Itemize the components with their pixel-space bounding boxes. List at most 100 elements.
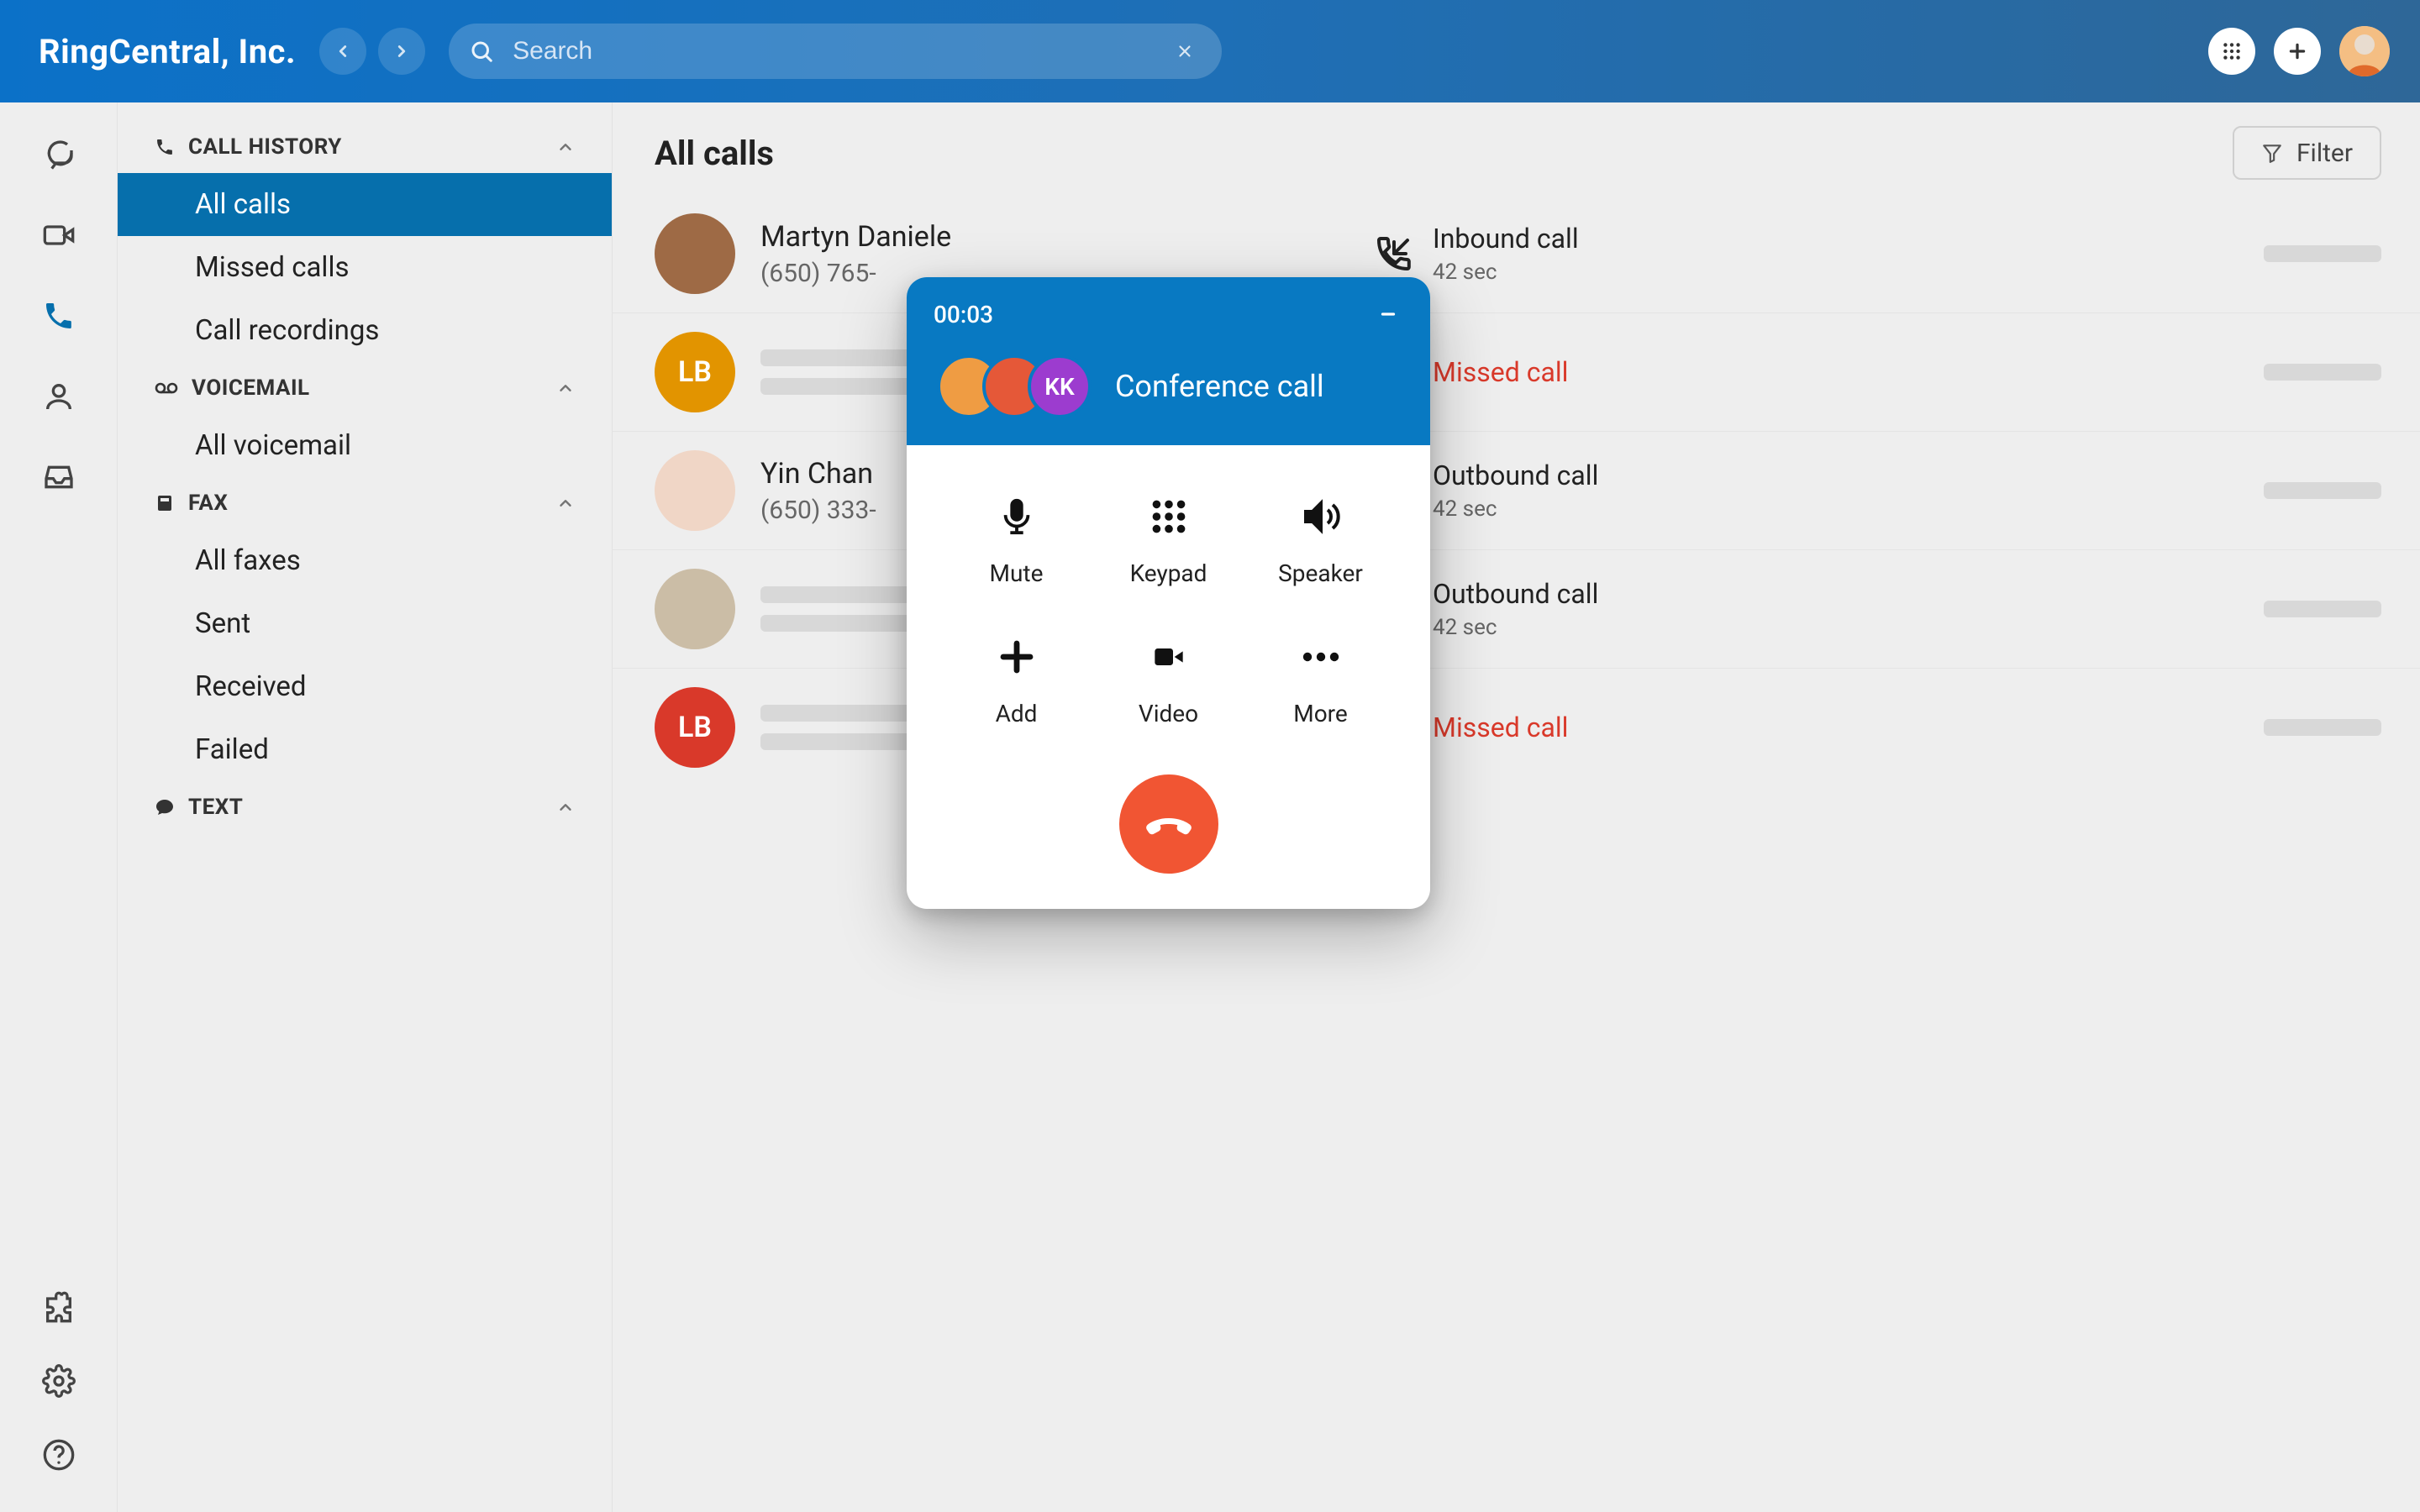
call-row[interactable]: LB Missed call <box>613 668 2420 786</box>
call-control-video[interactable]: Video <box>1092 631 1244 727</box>
row-avatar <box>655 569 735 649</box>
control-label: Video <box>1139 700 1198 727</box>
search-input[interactable] <box>513 37 1168 66</box>
placeholder <box>2264 364 2381 381</box>
top-right-controls <box>2208 26 2390 76</box>
call-type: Inbound call 42 sec <box>1374 223 1579 285</box>
nav-item-received[interactable]: Received <box>118 655 612 718</box>
row-avatar <box>655 450 735 531</box>
rail-inbox[interactable] <box>35 454 82 501</box>
content-area: All calls Filter Martyn Daniele (650) 76… <box>613 102 2420 1512</box>
fax-icon <box>155 493 175 513</box>
placeholder <box>2264 482 2381 499</box>
row-right <box>2264 601 2381 617</box>
gear-icon <box>42 1364 76 1398</box>
active-call-panel: 00:03 KK Conference call Mute Keypad Spe… <box>907 277 1430 909</box>
call-type-label: Missed call <box>1433 356 1568 388</box>
chevron-up-icon <box>556 138 575 156</box>
hang-up-button[interactable] <box>1119 774 1218 874</box>
call-row[interactable]: Yin Chan (650) 333- Outbound call 42 sec <box>613 431 2420 549</box>
section-label: VOICEMAIL <box>192 375 543 401</box>
help-icon <box>42 1438 76 1472</box>
call-title: Conference call <box>1115 369 1324 404</box>
control-label: Add <box>996 700 1038 727</box>
section-label: TEXT <box>188 795 543 820</box>
nav-item-all-voicemail[interactable]: All voicemail <box>118 414 612 477</box>
voicemail-icon <box>155 380 178 396</box>
search-field[interactable] <box>449 24 1222 79</box>
call-control-speaker[interactable]: Speaker <box>1244 491 1397 587</box>
call-control-add[interactable]: Add <box>940 631 1092 727</box>
close-icon <box>1176 42 1194 60</box>
chevron-left-icon <box>334 42 352 60</box>
nav-item-sent[interactable]: Sent <box>118 592 612 655</box>
section-header-voicemail[interactable]: VOICEMAIL <box>118 362 612 414</box>
row-avatar: LB <box>655 332 735 412</box>
rail-phone[interactable] <box>35 292 82 339</box>
call-row[interactable]: LB Missed call <box>613 312 2420 431</box>
section-header-text[interactable]: TEXT <box>118 781 612 833</box>
chat-icon <box>42 138 76 171</box>
filter-button[interactable]: Filter <box>2233 126 2381 180</box>
new-action-button[interactable] <box>2274 28 2321 75</box>
call-direction-icon <box>1374 234 1414 274</box>
rail-help[interactable] <box>35 1431 82 1478</box>
section-nav: CALL HISTORY All callsMissed callsCall r… <box>118 102 613 1512</box>
clear-search-button[interactable] <box>1168 34 1202 68</box>
nav-back-button[interactable] <box>319 28 366 75</box>
call-control-more[interactable]: More <box>1244 631 1397 727</box>
call-timer: 00:03 <box>934 301 993 328</box>
left-rail <box>0 102 118 1512</box>
row-right <box>2264 719 2381 736</box>
filter-label: Filter <box>2296 139 2353 168</box>
rail-apps[interactable] <box>35 1284 82 1331</box>
call-row[interactable]: Outbound call 42 sec <box>613 549 2420 668</box>
nav-forward-button[interactable] <box>378 28 425 75</box>
video-icon <box>42 218 76 252</box>
top-bar: RingCentral, Inc. <box>0 0 2420 102</box>
chevron-up-icon <box>556 494 575 512</box>
puzzle-icon <box>42 1290 76 1324</box>
nav-item-call-recordings[interactable]: Call recordings <box>118 299 612 362</box>
call-type-label: Outbound call <box>1433 459 1598 491</box>
rail-messages[interactable] <box>35 131 82 178</box>
section-header-call-history[interactable]: CALL HISTORY <box>118 121 612 173</box>
add-icon <box>997 631 1037 683</box>
chevron-up-icon <box>556 798 575 816</box>
history-nav <box>319 28 425 75</box>
dialpad-button[interactable] <box>2208 28 2255 75</box>
row-avatar: LB <box>655 687 735 768</box>
placeholder <box>2264 601 2381 617</box>
participant-avatar: KK <box>1028 354 1092 418</box>
inbox-icon <box>42 460 76 494</box>
call-control-keypad[interactable]: Keypad <box>1092 491 1244 587</box>
chevron-right-icon <box>392 42 411 60</box>
placeholder <box>2264 719 2381 736</box>
row-right <box>2264 482 2381 499</box>
nav-item-all-calls[interactable]: All calls <box>118 173 612 236</box>
rail-settings[interactable] <box>35 1357 82 1404</box>
row-name: Martyn Daniele <box>760 220 1340 254</box>
rail-contacts[interactable] <box>35 373 82 420</box>
control-label: More <box>1293 700 1348 727</box>
call-type-label: Inbound call <box>1433 223 1579 255</box>
nav-item-failed[interactable]: Failed <box>118 718 612 781</box>
nav-item-missed-calls[interactable]: Missed calls <box>118 236 612 299</box>
placeholder <box>2264 245 2381 262</box>
rail-video[interactable] <box>35 212 82 259</box>
minimize-call-button[interactable] <box>1373 299 1403 329</box>
call-duration: 42 sec <box>1433 615 1598 640</box>
avatar-icon <box>2339 26 2390 76</box>
call-control-mute[interactable]: Mute <box>940 491 1092 587</box>
phone-icon <box>42 299 76 333</box>
more-icon <box>1301 631 1341 683</box>
call-row[interactable]: Martyn Daniele (650) 765- Inbound call 4… <box>613 195 2420 312</box>
contact-icon <box>42 380 76 413</box>
call-participants: KK <box>937 354 1092 418</box>
minimize-icon <box>1377 303 1399 325</box>
control-label: Keypad <box>1130 559 1207 587</box>
text-icon <box>155 797 175 817</box>
profile-avatar[interactable] <box>2339 26 2390 76</box>
nav-item-all-faxes[interactable]: All faxes <box>118 529 612 592</box>
section-header-fax[interactable]: FAX <box>118 477 612 529</box>
